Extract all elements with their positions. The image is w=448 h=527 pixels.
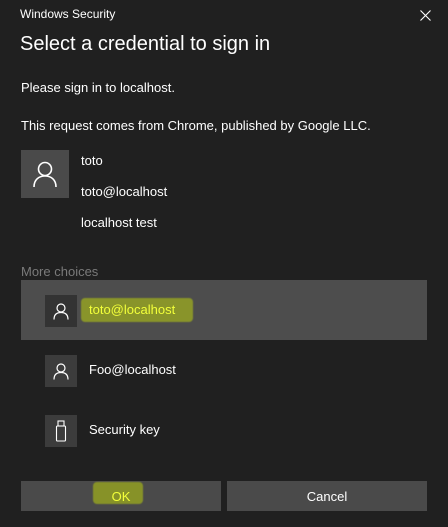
user-icon [33,161,57,188]
usb-key-icon [55,420,67,442]
credential-icon [45,355,77,387]
cancel-button[interactable]: Cancel [227,481,427,511]
sign-in-message: Please sign in to localhost. [21,80,175,95]
primary-credential-email: toto@localhost [81,184,168,199]
more-choices-label: More choices [21,264,99,279]
credential-option-foo[interactable]: Foo@localhost [21,340,427,400]
primary-credential-name: toto [81,153,103,168]
credential-option-label: Foo@localhost [89,362,176,377]
primary-credential-avatar [21,150,69,198]
dialog-heading: Select a credential to sign in [20,33,271,55]
user-icon [53,363,69,380]
close-icon [419,9,431,21]
cancel-button-label: Cancel [306,488,348,504]
user-icon [53,303,69,320]
credential-option-label: toto@localhost [89,302,176,317]
credential-icon [45,295,77,327]
credential-option-toto[interactable]: toto@localhost [21,280,427,340]
ok-button[interactable]: OK [21,481,221,511]
credential-icon [45,415,77,447]
title-bar: Windows Security [0,0,448,30]
credential-option-label: Security key [89,422,160,437]
close-button[interactable] [402,0,448,30]
ok-button-label: OK [111,488,131,504]
primary-credential-description: localhost test [81,215,157,230]
window-title: Windows Security [20,7,116,21]
request-source-message: This request comes from Chrome, publishe… [21,118,371,133]
credential-option-security-key[interactable]: Security key [21,400,427,460]
